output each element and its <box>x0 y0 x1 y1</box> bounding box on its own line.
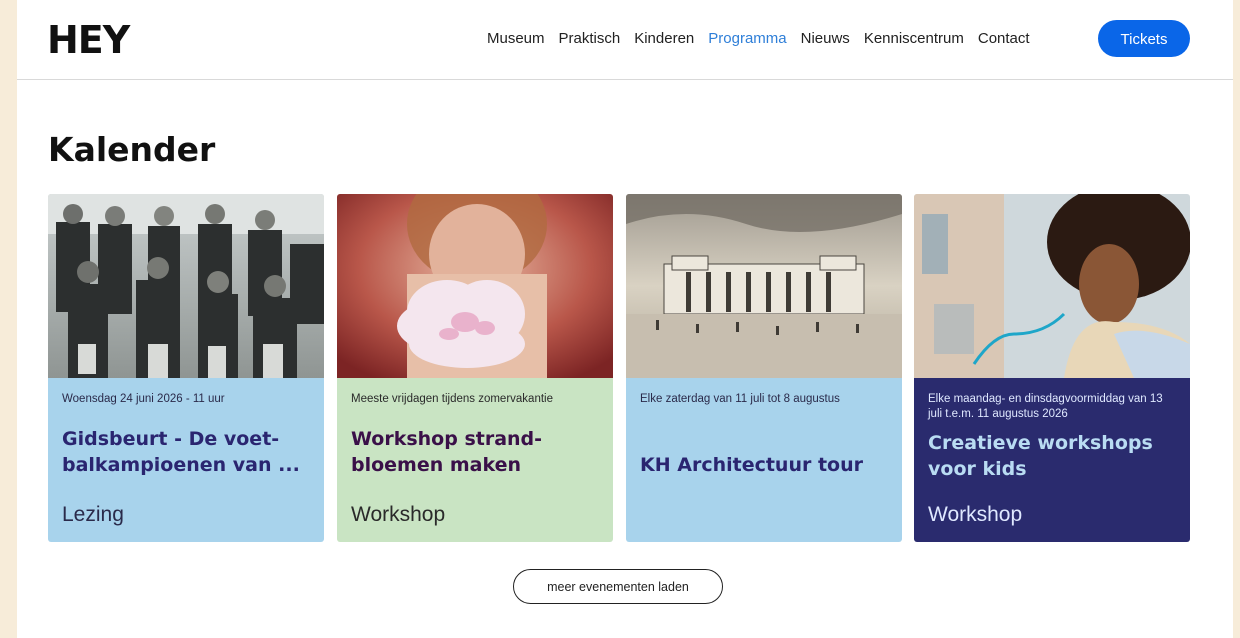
event-title[interactable]: Creatieve workshops voor kids <box>928 430 1178 482</box>
event-category: Workshop <box>928 503 1023 526</box>
nav-item-contact[interactable]: Contact <box>978 29 1030 49</box>
page: HEY Museum Praktisch Kinderen Programma … <box>17 0 1233 638</box>
event-category: Lezing <box>62 503 124 526</box>
event-category: Workshop <box>351 503 446 526</box>
event-card-body: Woensdag 24 juni 2026 - 11 uur Gidsbeurt… <box>48 378 324 542</box>
event-title[interactable]: KH Architectuur tour <box>640 452 890 478</box>
event-date: Elke zaterdag van 11 juli tot 8 augustus <box>640 393 840 405</box>
nav-item-programma[interactable]: Programma <box>708 29 786 49</box>
event-card-body: Elke zaterdag van 11 juli tot 8 augustus… <box>626 378 902 542</box>
page-title: Kalender <box>48 130 216 169</box>
event-date: Elke maandag- en dinsdagvoormiddag van 1… <box>928 393 1163 420</box>
event-image <box>626 194 902 378</box>
event-title[interactable]: Gidsbeurt - De voet-balkampioenen van ..… <box>62 426 312 478</box>
event-card[interactable]: Elke zaterdag van 11 juli tot 8 augustus… <box>626 194 902 542</box>
logo[interactable]: HEY <box>47 20 130 60</box>
load-more-button[interactable]: meer evenementen laden <box>513 569 723 604</box>
event-image <box>48 194 324 378</box>
event-image <box>337 194 613 378</box>
event-date: Woensdag 24 juni 2026 - 11 uur <box>62 393 225 405</box>
site-header: HEY Museum Praktisch Kinderen Programma … <box>17 0 1233 80</box>
nav-item-praktisch[interactable]: Praktisch <box>559 29 621 49</box>
main-nav: Museum Praktisch Kinderen Programma Nieu… <box>487 29 1030 49</box>
event-card[interactable]: Meeste vrijdagen tijdens zomervakantie W… <box>337 194 613 542</box>
event-card-body: Elke maandag- en dinsdagvoormiddag van 1… <box>914 378 1190 542</box>
nav-item-kenniscentrum[interactable]: Kenniscentrum <box>864 29 964 49</box>
event-date: Meeste vrijdagen tijdens zomervakantie <box>351 393 553 405</box>
event-card[interactable]: Elke maandag- en dinsdagvoormiddag van 1… <box>914 194 1190 542</box>
nav-item-museum[interactable]: Museum <box>487 29 545 49</box>
event-card-body: Meeste vrijdagen tijdens zomervakantie W… <box>337 378 613 542</box>
event-card[interactable]: Woensdag 24 juni 2026 - 11 uur Gidsbeurt… <box>48 194 324 542</box>
nav-item-nieuws[interactable]: Nieuws <box>801 29 850 49</box>
tickets-button[interactable]: Tickets <box>1098 20 1190 57</box>
event-image <box>914 194 1190 378</box>
nav-item-kinderen[interactable]: Kinderen <box>634 29 694 49</box>
event-title[interactable]: Workshop strand-bloemen maken <box>351 426 601 478</box>
